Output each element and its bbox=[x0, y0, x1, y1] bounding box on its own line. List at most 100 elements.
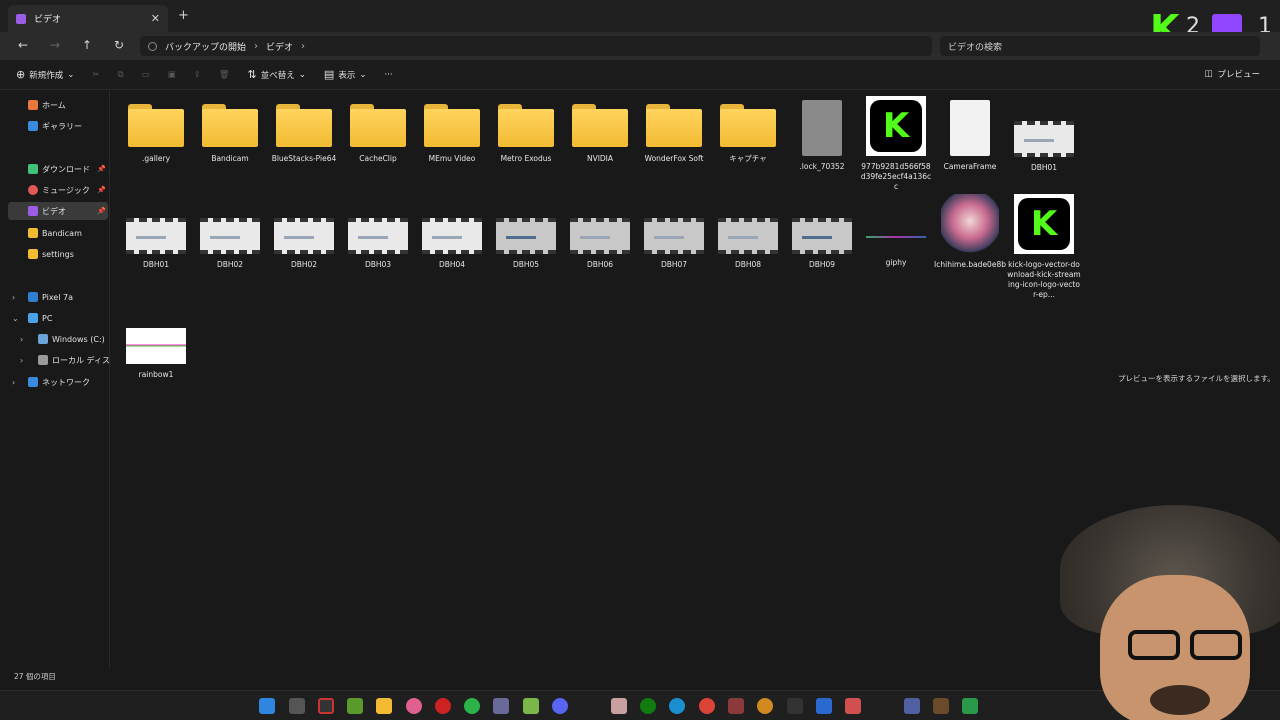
chrome-icon[interactable] bbox=[699, 698, 715, 714]
file-item[interactable]: K 977b9281d566f58d39fe25ecf4a136cc bbox=[859, 96, 933, 192]
file-item[interactable]: DBH04 bbox=[415, 204, 489, 270]
sidebar-item-drive-c[interactable]: › Windows (C:) bbox=[8, 330, 108, 348]
file-label: DBH03 bbox=[364, 260, 392, 269]
app-icon[interactable] bbox=[845, 698, 861, 714]
file-item[interactable]: DBH08 bbox=[711, 204, 785, 270]
app-icon[interactable] bbox=[493, 698, 509, 714]
file-item[interactable]: rainbow1 bbox=[119, 328, 193, 380]
app-icon[interactable] bbox=[406, 698, 422, 714]
sidebar-item-downloads[interactable]: ダウンロード 📌 bbox=[8, 160, 108, 178]
app-icon[interactable] bbox=[523, 698, 539, 714]
line-icon[interactable] bbox=[464, 698, 480, 714]
app-icon[interactable] bbox=[816, 698, 832, 714]
file-item[interactable]: DBH02 bbox=[193, 204, 267, 270]
delete-icon[interactable]: 🗑 bbox=[219, 70, 230, 80]
sidebar-item-bandicam[interactable]: Bandicam bbox=[8, 224, 108, 242]
folder-icon bbox=[646, 104, 702, 148]
kick-logo-thumbnail: K bbox=[1014, 194, 1074, 254]
video-thumbnail bbox=[496, 218, 556, 254]
title-bar: ビデオ ✕ + bbox=[0, 0, 1280, 32]
breadcrumb-backup[interactable]: バックアップの開始 bbox=[165, 40, 246, 53]
search-input[interactable]: ビデオの検索 bbox=[940, 36, 1260, 56]
file-label: .gallery bbox=[141, 154, 171, 163]
file-item[interactable]: Ichihime.bade0e8b bbox=[933, 194, 1007, 270]
file-item[interactable]: DBH03 bbox=[341, 204, 415, 270]
sidebar-item-music[interactable]: ミュージック 📌 bbox=[8, 181, 108, 199]
file-item[interactable]: DBH09 bbox=[785, 204, 859, 270]
sidebar-item-drive-d[interactable]: › ローカル ディスク (D: bbox=[8, 351, 110, 369]
file-label: DBH06 bbox=[586, 260, 614, 269]
xbox-icon[interactable] bbox=[640, 698, 656, 714]
sidebar-item-network[interactable]: › ネットワーク bbox=[8, 373, 108, 391]
paste-icon[interactable]: ▭ bbox=[142, 70, 150, 80]
breadcrumb[interactable]: バックアップの開始 › ビデオ › bbox=[140, 36, 932, 56]
file-item[interactable]: BlueStacks-Pie64 bbox=[267, 90, 341, 164]
view-label: 表示 bbox=[338, 70, 356, 81]
app-icon[interactable] bbox=[904, 698, 920, 714]
forward-button[interactable]: → bbox=[50, 38, 60, 52]
refresh-button[interactable]: ↻ bbox=[114, 38, 124, 52]
sort-button[interactable]: ⇅ 並べ替え ⌄ bbox=[248, 68, 306, 81]
sidebar-item-videos[interactable]: ビデオ 📌 bbox=[8, 202, 108, 220]
sidebar-item-pc[interactable]: ⌄ PC bbox=[8, 309, 108, 327]
file-explorer-icon[interactable] bbox=[376, 698, 392, 714]
new-tab-button[interactable]: + bbox=[178, 8, 189, 23]
file-item[interactable]: Bandicam bbox=[193, 90, 267, 164]
edge-icon[interactable] bbox=[669, 698, 685, 714]
file-item[interactable]: .lock_70352 bbox=[785, 90, 859, 172]
app-icon[interactable] bbox=[757, 698, 773, 714]
file-item[interactable]: .gallery bbox=[119, 90, 193, 164]
tab-videos[interactable]: ビデオ ✕ bbox=[8, 5, 168, 32]
file-item[interactable]: giphy bbox=[859, 204, 933, 268]
sidebar-item-pixel7a[interactable]: › Pixel 7a bbox=[8, 288, 108, 306]
file-item[interactable]: DBH07 bbox=[637, 204, 711, 270]
app-icon[interactable] bbox=[611, 698, 627, 714]
file-label: Bandicam bbox=[211, 154, 249, 163]
discord-icon[interactable] bbox=[552, 698, 568, 714]
breadcrumb-videos[interactable]: ビデオ bbox=[266, 40, 293, 53]
file-item[interactable]: DBH01 bbox=[1007, 107, 1081, 173]
file-item[interactable]: NVIDIA bbox=[563, 90, 637, 164]
nvidia-icon[interactable] bbox=[347, 698, 363, 714]
app-icon[interactable] bbox=[962, 698, 978, 714]
share-icon[interactable]: ⇪ bbox=[194, 70, 201, 80]
file-item[interactable]: DBH02 bbox=[267, 204, 341, 270]
file-item[interactable]: MEmu Video bbox=[415, 90, 489, 164]
app-icon[interactable] bbox=[728, 698, 744, 714]
copy-icon[interactable]: ⧉ bbox=[117, 70, 123, 80]
file-item[interactable]: キャプチャ bbox=[711, 90, 785, 164]
new-label: 新規作成 bbox=[29, 70, 64, 81]
record-icon[interactable] bbox=[435, 698, 451, 714]
file-item[interactable]: WonderFox Soft bbox=[637, 90, 711, 164]
tab-label: ビデオ bbox=[34, 15, 62, 25]
folder-icon bbox=[720, 104, 776, 148]
cut-icon[interactable]: ✂ bbox=[92, 70, 99, 80]
sidebar-item-home[interactable]: ホーム bbox=[8, 96, 108, 114]
rename-icon[interactable]: ▣ bbox=[168, 70, 176, 80]
video-folder-icon bbox=[16, 13, 26, 24]
view-button[interactable]: ▤ 表示 ⌄ bbox=[324, 68, 367, 81]
sidebar-item-settings[interactable]: settings bbox=[8, 245, 108, 263]
file-item[interactable]: DBH06 bbox=[563, 204, 637, 270]
sidebar-item-gallery[interactable]: ギャラリー bbox=[8, 117, 108, 135]
app-icon[interactable] bbox=[787, 698, 803, 714]
character-image-thumbnail bbox=[941, 194, 999, 254]
file-item[interactable]: CameraFrame bbox=[933, 90, 1007, 172]
up-button[interactable]: ↑ bbox=[82, 38, 92, 52]
file-item[interactable]: Metro Exodus bbox=[489, 90, 563, 164]
more-button[interactable]: ··· bbox=[384, 70, 392, 80]
back-button[interactable]: ← bbox=[18, 38, 28, 52]
file-item[interactable]: DBH01 bbox=[119, 204, 193, 270]
preview-button[interactable]: ◫ プレビュー bbox=[1204, 68, 1260, 80]
new-button[interactable]: ⊕ 新規作成 ⌄ bbox=[16, 68, 74, 81]
start-icon[interactable] bbox=[259, 698, 275, 714]
file-item[interactable]: Kkick-logo-vector-download-kick-streamin… bbox=[1007, 194, 1081, 300]
file-item[interactable]: CacheClip bbox=[341, 90, 415, 164]
tab-close-icon[interactable]: ✕ bbox=[151, 12, 160, 25]
task-view-icon[interactable] bbox=[289, 698, 305, 714]
recorder-icon[interactable] bbox=[318, 698, 334, 714]
sidebar-item-label: ネットワーク bbox=[42, 377, 90, 387]
sidebar-item-label: Pixel 7a bbox=[42, 292, 74, 302]
minecraft-icon[interactable] bbox=[933, 698, 949, 714]
file-item[interactable]: DBH05 bbox=[489, 204, 563, 270]
